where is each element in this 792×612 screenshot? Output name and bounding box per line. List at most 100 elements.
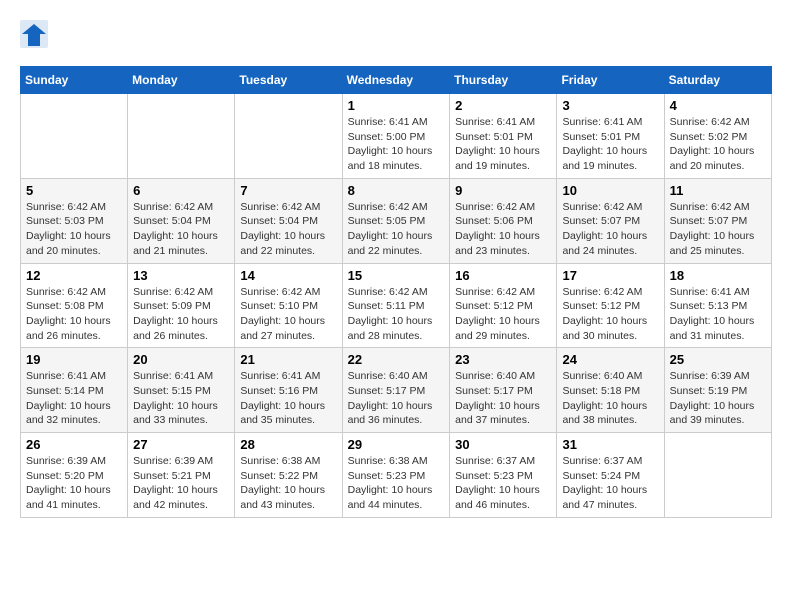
- day-info: Sunrise: 6:41 AMSunset: 5:13 PMDaylight:…: [670, 285, 766, 344]
- day-info: Sunrise: 6:40 AMSunset: 5:17 PMDaylight:…: [455, 369, 551, 428]
- day-info: Sunrise: 6:40 AMSunset: 5:17 PMDaylight:…: [348, 369, 445, 428]
- week-row-4: 19 Sunrise: 6:41 AMSunset: 5:14 PMDayligh…: [21, 348, 772, 433]
- day-header-monday: Monday: [128, 67, 235, 94]
- day-header-sunday: Sunday: [21, 67, 128, 94]
- calendar-cell: 27 Sunrise: 6:39 AMSunset: 5:21 PMDayligh…: [128, 433, 235, 518]
- day-info: Sunrise: 6:38 AMSunset: 5:22 PMDaylight:…: [240, 454, 336, 513]
- calendar-cell: [664, 433, 771, 518]
- day-info: Sunrise: 6:38 AMSunset: 5:23 PMDaylight:…: [348, 454, 445, 513]
- day-number: 15: [348, 268, 445, 283]
- calendar-cell: 8 Sunrise: 6:42 AMSunset: 5:05 PMDaylight…: [342, 178, 450, 263]
- day-number: 12: [26, 268, 122, 283]
- calendar-cell: 11 Sunrise: 6:42 AMSunset: 5:07 PMDayligh…: [664, 178, 771, 263]
- day-info: Sunrise: 6:42 AMSunset: 5:08 PMDaylight:…: [26, 285, 122, 344]
- calendar-cell: 9Sunrise: 6:42 AMSunset: 5:06 PMDaylight…: [450, 178, 557, 263]
- day-number: 28: [240, 437, 336, 452]
- day-number: 11: [670, 183, 766, 198]
- day-info: Sunrise: 6:42 AMSunset: 5:11 PMDaylight:…: [348, 285, 445, 344]
- calendar-cell: 21 Sunrise: 6:41 AMSunset: 5:16 PMDayligh…: [235, 348, 342, 433]
- day-number: 23: [455, 352, 551, 367]
- calendar-cell: 15 Sunrise: 6:42 AMSunset: 5:11 PMDayligh…: [342, 263, 450, 348]
- week-row-3: 12 Sunrise: 6:42 AMSunset: 5:08 PMDayligh…: [21, 263, 772, 348]
- day-info: Sunrise: 6:37 AMSunset: 5:23 PMDaylight:…: [455, 454, 551, 513]
- day-number: 19: [26, 352, 122, 367]
- day-number: 17: [562, 268, 658, 283]
- calendar-cell: 26 Sunrise: 6:39 AMSunset: 5:20 PMDayligh…: [21, 433, 128, 518]
- day-info: Sunrise: 6:42 AMSunset: 5:03 PMDaylight:…: [26, 200, 122, 259]
- day-info: Sunrise: 6:41 AMSunset: 5:01 PMDaylight:…: [562, 115, 658, 174]
- day-info: Sunrise: 6:42 AMSunset: 5:07 PMDaylight:…: [562, 200, 658, 259]
- day-info: Sunrise: 6:39 AMSunset: 5:20 PMDaylight:…: [26, 454, 122, 513]
- calendar-cell: 3 Sunrise: 6:41 AMSunset: 5:01 PMDaylight…: [557, 94, 664, 179]
- day-number: 2: [455, 98, 551, 113]
- calendar-cell: 24Sunrise: 6:40 AMSunset: 5:18 PMDayligh…: [557, 348, 664, 433]
- day-info: Sunrise: 6:41 AMSunset: 5:14 PMDaylight:…: [26, 369, 122, 428]
- day-info: Sunrise: 6:42 AMSunset: 5:07 PMDaylight:…: [670, 200, 766, 259]
- calendar-cell: 14 Sunrise: 6:42 AMSunset: 5:10 PMDayligh…: [235, 263, 342, 348]
- calendar-cell: 16Sunrise: 6:42 AMSunset: 5:12 PMDayligh…: [450, 263, 557, 348]
- day-number: 10: [562, 183, 658, 198]
- page-header: [20, 20, 772, 50]
- day-header-friday: Friday: [557, 67, 664, 94]
- day-number: 6: [133, 183, 229, 198]
- day-number: 8: [348, 183, 445, 198]
- day-number: 27: [133, 437, 229, 452]
- day-number: 29: [348, 437, 445, 452]
- day-number: 13: [133, 268, 229, 283]
- calendar-cell: 18 Sunrise: 6:41 AMSunset: 5:13 PMDayligh…: [664, 263, 771, 348]
- calendar-cell: 31 Sunrise: 6:37 AMSunset: 5:24 PMDayligh…: [557, 433, 664, 518]
- day-info: Sunrise: 6:41 AMSunset: 5:01 PMDaylight:…: [455, 115, 551, 174]
- calendar-cell: [235, 94, 342, 179]
- day-info: Sunrise: 6:42 AMSunset: 5:04 PMDaylight:…: [240, 200, 336, 259]
- day-number: 5: [26, 183, 122, 198]
- calendar-cell: 25Sunrise: 6:39 AMSunset: 5:19 PMDayligh…: [664, 348, 771, 433]
- day-number: 21: [240, 352, 336, 367]
- day-number: 14: [240, 268, 336, 283]
- day-info: Sunrise: 6:42 AMSunset: 5:02 PMDaylight:…: [670, 115, 766, 174]
- day-header-wednesday: Wednesday: [342, 67, 450, 94]
- day-number: 1: [348, 98, 445, 113]
- calendar-cell: 30 Sunrise: 6:37 AMSunset: 5:23 PMDayligh…: [450, 433, 557, 518]
- day-info: Sunrise: 6:37 AMSunset: 5:24 PMDaylight:…: [562, 454, 658, 513]
- day-number: 22: [348, 352, 445, 367]
- calendar-cell: [21, 94, 128, 179]
- day-info: Sunrise: 6:41 AMSunset: 5:16 PMDaylight:…: [240, 369, 336, 428]
- calendar-cell: 22 Sunrise: 6:40 AMSunset: 5:17 PMDayligh…: [342, 348, 450, 433]
- calendar-cell: 13 Sunrise: 6:42 AMSunset: 5:09 PMDayligh…: [128, 263, 235, 348]
- day-number: 7: [240, 183, 336, 198]
- calendar-cell: 12 Sunrise: 6:42 AMSunset: 5:08 PMDayligh…: [21, 263, 128, 348]
- day-info: Sunrise: 6:42 AMSunset: 5:09 PMDaylight:…: [133, 285, 229, 344]
- calendar-cell: 2 Sunrise: 6:41 AMSunset: 5:01 PMDaylight…: [450, 94, 557, 179]
- day-number: 25: [670, 352, 766, 367]
- day-number: 16: [455, 268, 551, 283]
- calendar-cell: 28 Sunrise: 6:38 AMSunset: 5:22 PMDayligh…: [235, 433, 342, 518]
- calendar-cell: 20 Sunrise: 6:41 AMSunset: 5:15 PMDayligh…: [128, 348, 235, 433]
- calendar-table: SundayMondayTuesdayWednesdayThursdayFrid…: [20, 66, 772, 518]
- day-info: Sunrise: 6:41 AMSunset: 5:15 PMDaylight:…: [133, 369, 229, 428]
- day-info: Sunrise: 6:42 AMSunset: 5:12 PMDaylight:…: [562, 285, 658, 344]
- calendar-cell: 10 Sunrise: 6:42 AMSunset: 5:07 PMDayligh…: [557, 178, 664, 263]
- day-number: 18: [670, 268, 766, 283]
- week-row-2: 5 Sunrise: 6:42 AMSunset: 5:03 PMDaylight…: [21, 178, 772, 263]
- day-number: 31: [562, 437, 658, 452]
- day-info: Sunrise: 6:42 AMSunset: 5:05 PMDaylight:…: [348, 200, 445, 259]
- day-number: 3: [562, 98, 658, 113]
- day-info: Sunrise: 6:42 AMSunset: 5:10 PMDaylight:…: [240, 285, 336, 344]
- day-header-saturday: Saturday: [664, 67, 771, 94]
- calendar-cell: 17 Sunrise: 6:42 AMSunset: 5:12 PMDayligh…: [557, 263, 664, 348]
- calendar-cell: 6 Sunrise: 6:42 AMSunset: 5:04 PMDaylight…: [128, 178, 235, 263]
- day-info: Sunrise: 6:40 AMSunset: 5:18 PMDaylight:…: [562, 369, 658, 428]
- calendar-cell: 1Sunrise: 6:41 AMSunset: 5:00 PMDaylight…: [342, 94, 450, 179]
- day-number: 30: [455, 437, 551, 452]
- calendar-cell: 5 Sunrise: 6:42 AMSunset: 5:03 PMDaylight…: [21, 178, 128, 263]
- day-number: 20: [133, 352, 229, 367]
- week-row-1: 1Sunrise: 6:41 AMSunset: 5:00 PMDaylight…: [21, 94, 772, 179]
- day-header-thursday: Thursday: [450, 67, 557, 94]
- day-number: 26: [26, 437, 122, 452]
- day-info: Sunrise: 6:39 AMSunset: 5:21 PMDaylight:…: [133, 454, 229, 513]
- calendar-cell: [128, 94, 235, 179]
- calendar-cell: 7 Sunrise: 6:42 AMSunset: 5:04 PMDaylight…: [235, 178, 342, 263]
- calendar-cell: 23 Sunrise: 6:40 AMSunset: 5:17 PMDayligh…: [450, 348, 557, 433]
- logo-icon: [20, 20, 50, 50]
- day-info: Sunrise: 6:42 AMSunset: 5:04 PMDaylight:…: [133, 200, 229, 259]
